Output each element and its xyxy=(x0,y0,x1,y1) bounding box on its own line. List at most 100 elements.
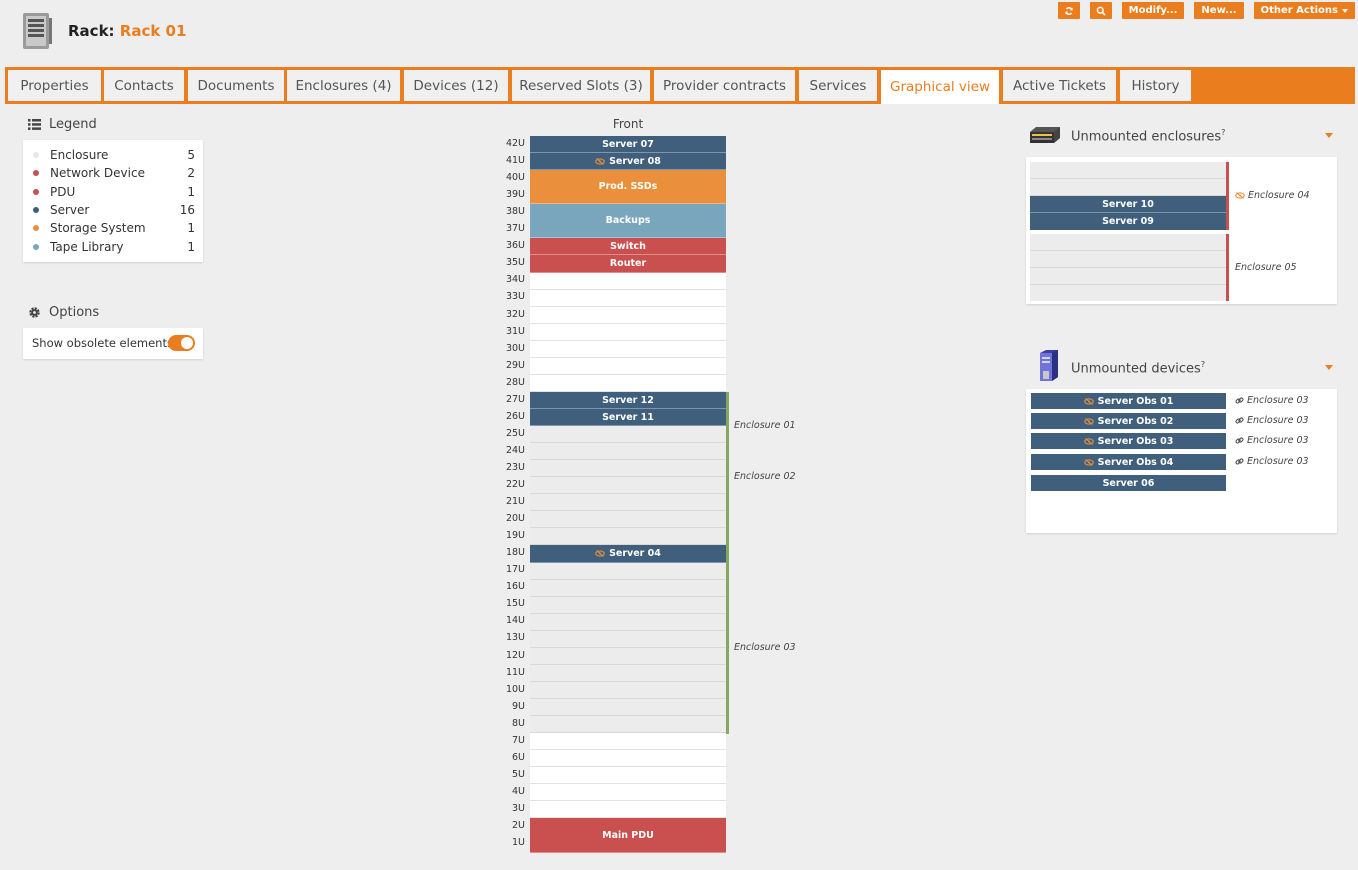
rack-device-server-04[interactable]: Server 04 xyxy=(530,545,726,563)
enclosure-01-label[interactable]: Enclosure 01 xyxy=(734,420,796,431)
device-server-obs-02[interactable]: Server Obs 02 xyxy=(1031,413,1226,429)
empty-slot-7u[interactable] xyxy=(530,733,726,750)
empty-slot-6u[interactable] xyxy=(530,750,726,767)
device-server-10[interactable]: Server 10 xyxy=(1030,196,1226,213)
enclosure-slot[interactable] xyxy=(530,563,726,580)
tab-documents[interactable]: Documents xyxy=(188,70,284,101)
device-server-obs-04[interactable]: Server Obs 04 xyxy=(1031,454,1226,470)
enclosure-slot[interactable] xyxy=(530,494,726,511)
enclosure-slot[interactable] xyxy=(530,699,726,716)
enclosure-02-bracket[interactable] xyxy=(726,426,729,563)
empty-slot-29u[interactable] xyxy=(530,358,726,375)
rack-unit-label: 5U xyxy=(512,768,525,780)
legend-count: 1 xyxy=(187,185,195,199)
empty-slot-34u[interactable] xyxy=(530,273,726,290)
enclosure-slot[interactable] xyxy=(530,460,726,477)
tab-label: History xyxy=(1131,77,1180,94)
rack-device-prod-ssds[interactable]: Prod. SSDs xyxy=(530,170,726,204)
device-server-06[interactable]: Server 06 xyxy=(1031,475,1226,491)
enclosure-05-label[interactable]: Enclosure 05 xyxy=(1235,262,1297,273)
collapse-caret-icon[interactable] xyxy=(1325,133,1333,138)
tab-label: Devices (12) xyxy=(413,77,499,94)
rack-device-main-pdu[interactable]: Main PDU xyxy=(530,818,726,853)
other-actions-button[interactable]: Other Actions xyxy=(1253,2,1355,19)
enclosure-03-bracket[interactable] xyxy=(726,563,729,734)
enclosure-slot[interactable] xyxy=(530,443,726,460)
empty-slot-30u[interactable] xyxy=(530,341,726,358)
enclosure-slot[interactable] xyxy=(530,597,726,614)
empty-slot-5u[interactable] xyxy=(530,767,726,784)
legend-panel: Enclosure 5 Network Device 2 PDU 1 Server 16… xyxy=(23,140,203,262)
link-label: Enclosure 03 xyxy=(1247,435,1309,446)
new-button[interactable]: New... xyxy=(1194,2,1244,19)
device-server-obs-03[interactable]: Server Obs 03 xyxy=(1031,433,1226,449)
rack-device-switch[interactable]: Switch xyxy=(530,238,726,255)
empty-slot-28u[interactable] xyxy=(530,375,726,392)
enclosure-slot[interactable] xyxy=(1030,179,1226,196)
rack-device-server-07[interactable]: Server 07 xyxy=(530,136,726,153)
enclosure-link[interactable]: Enclosure 03 xyxy=(1235,395,1309,406)
modify-button[interactable]: Modify... xyxy=(1121,2,1185,19)
empty-slot-31u[interactable] xyxy=(530,324,726,341)
enclosure-slot[interactable] xyxy=(1030,234,1226,251)
refresh-button[interactable] xyxy=(1057,2,1080,19)
rack-device-router[interactable]: Router xyxy=(530,255,726,273)
tab-reserved-slots[interactable]: Reserved Slots (3) xyxy=(512,70,650,101)
tab-active-tickets[interactable]: Active Tickets xyxy=(1003,70,1116,101)
legend-title: Legend xyxy=(28,117,97,132)
help-mark: ? xyxy=(1221,128,1226,137)
enclosure-slot[interactable] xyxy=(1030,268,1226,285)
enclosure-slot[interactable] xyxy=(530,665,726,682)
rack-device-server-08[interactable]: Server 08 xyxy=(530,153,726,170)
enclosure-02-label[interactable]: Enclosure 02 xyxy=(734,471,796,482)
device-server-obs-01[interactable]: Server Obs 01 xyxy=(1031,393,1226,409)
tab-devices[interactable]: Devices (12) xyxy=(404,70,508,101)
enclosure-link[interactable]: Enclosure 03 xyxy=(1235,435,1309,446)
search-button[interactable] xyxy=(1089,2,1112,19)
enclosure-slot[interactable] xyxy=(530,716,726,733)
tab-services[interactable]: Services xyxy=(799,70,877,101)
rack-device-server-12[interactable]: Server 12 xyxy=(530,392,726,409)
enclosure-slot[interactable] xyxy=(530,580,726,597)
tab-label: Documents xyxy=(197,77,275,94)
legend-dot xyxy=(33,225,39,231)
show-obsolete-toggle[interactable] xyxy=(168,335,195,351)
enclosure-slot[interactable] xyxy=(530,426,726,443)
rack-device-backups[interactable]: Backups xyxy=(530,204,726,238)
enclosure-slot[interactable] xyxy=(1030,251,1226,268)
enclosure-slot[interactable] xyxy=(1030,162,1226,179)
tab-provider-contracts[interactable]: Provider contracts xyxy=(654,70,795,101)
tab-graphical-view[interactable]: Graphical view xyxy=(881,70,999,104)
rack-unit-label: 11U xyxy=(505,666,525,678)
legend-label: Storage System xyxy=(50,221,146,235)
enclosure-slot[interactable] xyxy=(530,614,726,631)
enclosure-slot[interactable] xyxy=(530,528,726,545)
enclosure-label-text: Enclosure 05 xyxy=(1235,262,1297,273)
empty-slot-33u[interactable] xyxy=(530,290,726,307)
device-server-09[interactable]: Server 09 xyxy=(1030,213,1226,230)
enclosure-slot[interactable] xyxy=(530,631,726,648)
enclosure-04-label[interactable]: Enclosure 04 xyxy=(1235,190,1310,201)
enclosure-slot[interactable] xyxy=(530,682,726,699)
tab-contacts[interactable]: Contacts xyxy=(104,70,184,101)
empty-slot-32u[interactable] xyxy=(530,307,726,324)
collapse-caret-icon[interactable] xyxy=(1325,365,1333,370)
rack-unit-label: 27U xyxy=(505,393,525,405)
empty-slot-4u[interactable] xyxy=(530,784,726,801)
enclosure-05-bracket[interactable] xyxy=(1226,234,1229,301)
unmounted-devices-panel: Server Obs 01 Enclosure 03 Server Obs 02… xyxy=(1026,389,1337,533)
enclosure-slot[interactable] xyxy=(530,648,726,665)
enclosure-slot[interactable] xyxy=(530,511,726,528)
rack-device-server-11[interactable]: Server 11 xyxy=(530,409,726,426)
show-obsolete-label: Show obsolete elements? xyxy=(32,336,177,350)
enclosure-slot[interactable] xyxy=(1030,285,1226,301)
enclosure-link[interactable]: Enclosure 03 xyxy=(1235,415,1309,426)
tab-properties[interactable]: Properties xyxy=(8,70,101,101)
enclosure-slot[interactable] xyxy=(530,477,726,494)
tab-history[interactable]: History xyxy=(1120,70,1191,101)
tab-enclosures[interactable]: Enclosures (4) xyxy=(287,70,400,101)
enclosure-04-bracket[interactable] xyxy=(1226,162,1229,230)
empty-slot-3u[interactable] xyxy=(530,801,726,818)
enclosure-link[interactable]: Enclosure 03 xyxy=(1235,456,1309,467)
enclosure-03-label[interactable]: Enclosure 03 xyxy=(734,642,796,653)
